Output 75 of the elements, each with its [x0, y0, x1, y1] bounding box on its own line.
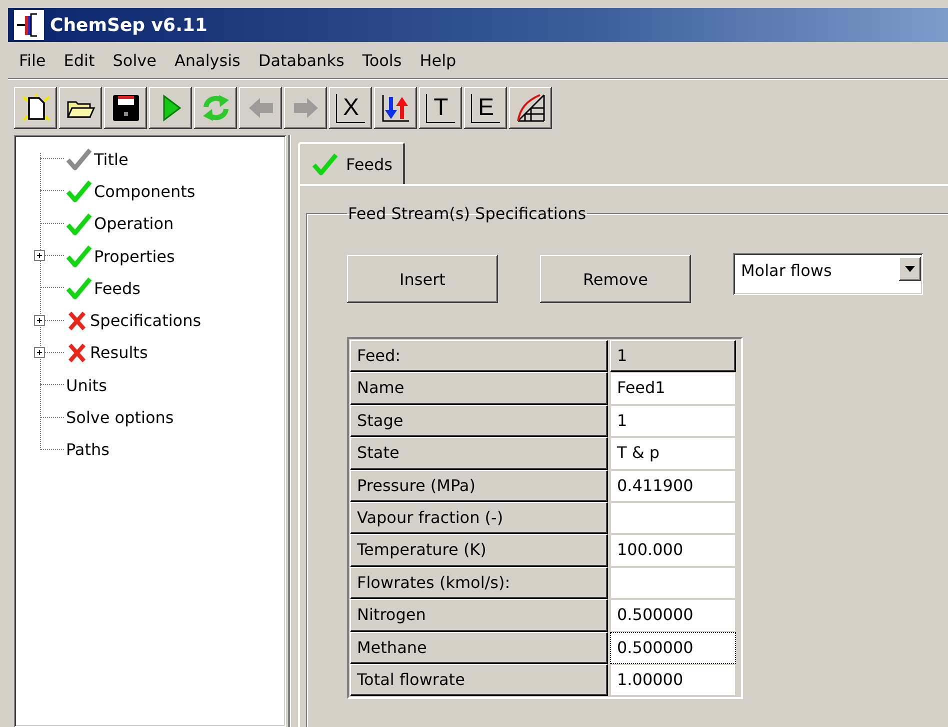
value-cell[interactable] — [610, 566, 736, 600]
menu-item[interactable]: Edit — [54, 48, 104, 72]
row-label: Pressure (MPa) — [350, 470, 608, 502]
toolbar-button[interactable] — [509, 87, 552, 129]
tree-item[interactable]: Operation — [94, 214, 174, 234]
check-icon — [66, 212, 92, 236]
toolbar-button[interactable]: T — [419, 87, 462, 129]
row-label: Temperature (K) — [350, 534, 608, 567]
toolbar-letter: E — [471, 94, 500, 122]
new-file-icon — [20, 93, 50, 123]
toolbar-button[interactable]: E — [464, 87, 507, 129]
value-cell[interactable] — [610, 502, 736, 534]
tree-item[interactable]: Results — [90, 343, 148, 362]
toolbar-button[interactable]: X — [329, 87, 372, 129]
value-cell[interactable]: 1 — [610, 404, 736, 438]
check-icon — [66, 244, 92, 268]
cross-icon — [66, 342, 88, 364]
expand-icon[interactable] — [34, 346, 45, 358]
menu-item[interactable]: File — [10, 48, 55, 72]
check-icon — [66, 276, 92, 300]
check-icon — [66, 147, 92, 172]
value-cell[interactable]: 100.000 — [610, 534, 736, 567]
tab[interactable]: Feeds — [298, 142, 405, 184]
toolbar-button[interactable] — [104, 87, 147, 129]
diagram-icon — [516, 93, 546, 123]
check-icon — [312, 152, 338, 176]
tree-item[interactable]: Solve options — [66, 408, 174, 428]
flow-basis-dropdown[interactable]: Molar flows — [733, 253, 923, 295]
refresh-icon — [200, 93, 230, 123]
menu-item[interactable]: Tools — [353, 48, 411, 72]
value-cell[interactable]: 0.500000 — [610, 599, 736, 632]
window-title: ChemSep v6.11 — [50, 14, 208, 36]
toolbar-button[interactable] — [149, 87, 192, 129]
menu-item[interactable]: Analysis — [165, 48, 250, 72]
app-logo-icon — [14, 10, 44, 40]
tree-item[interactable]: Paths — [66, 440, 110, 460]
toolbar-button[interactable] — [14, 87, 57, 129]
cross-icon — [66, 310, 88, 332]
row-label: Stage — [350, 404, 608, 438]
value-cell[interactable]: Feed1 — [610, 372, 736, 405]
toolbar-letter: T — [426, 94, 455, 122]
action-button[interactable]: Insert — [347, 255, 498, 303]
column-header: 1 — [610, 340, 736, 372]
tree-item[interactable]: Title — [94, 150, 128, 169]
tree-item[interactable]: Components — [94, 182, 196, 201]
row-label: Feed: — [350, 340, 608, 372]
menu-item[interactable]: Databanks — [249, 48, 354, 72]
tree-item[interactable]: Specifications — [90, 311, 202, 330]
toolbar-letter: X — [336, 94, 365, 122]
row-label: Flowrates (kmol/s): — [350, 566, 608, 600]
value-cell[interactable]: 0.411900 — [610, 470, 736, 502]
tree-item[interactable]: Properties — [94, 246, 175, 266]
tree-item[interactable]: Units — [66, 376, 107, 395]
row-label: Nitrogen — [350, 599, 608, 632]
toolbar-button[interactable] — [194, 87, 237, 129]
check-icon — [66, 179, 92, 204]
value-cell[interactable]: 1.00000 — [610, 664, 736, 696]
tree-item[interactable]: Feeds — [94, 278, 141, 298]
row-label: Name — [350, 372, 608, 405]
row-label: Vapour fraction (-) — [350, 502, 608, 534]
expand-icon[interactable] — [34, 250, 45, 262]
action-button[interactable]: Remove — [540, 255, 691, 303]
value-cell[interactable]: 0.500000 — [610, 632, 736, 664]
expand-icon[interactable] — [34, 314, 45, 326]
up-down-arrows-icon — [380, 93, 410, 123]
dropdown-arrow-icon — [905, 266, 915, 272]
toolbar-button[interactable] — [374, 87, 417, 129]
row-label: State — [350, 437, 608, 470]
row-label: Total flowrate — [350, 664, 608, 696]
group-title: Feed Stream(s) Specifications — [347, 204, 588, 223]
menu-item[interactable]: Solve — [104, 48, 166, 72]
value-cell[interactable]: T & p — [610, 437, 736, 470]
toolbar-button[interactable] — [59, 87, 102, 129]
row-label: Methane — [350, 632, 608, 664]
menu-item[interactable]: Help — [410, 48, 466, 72]
